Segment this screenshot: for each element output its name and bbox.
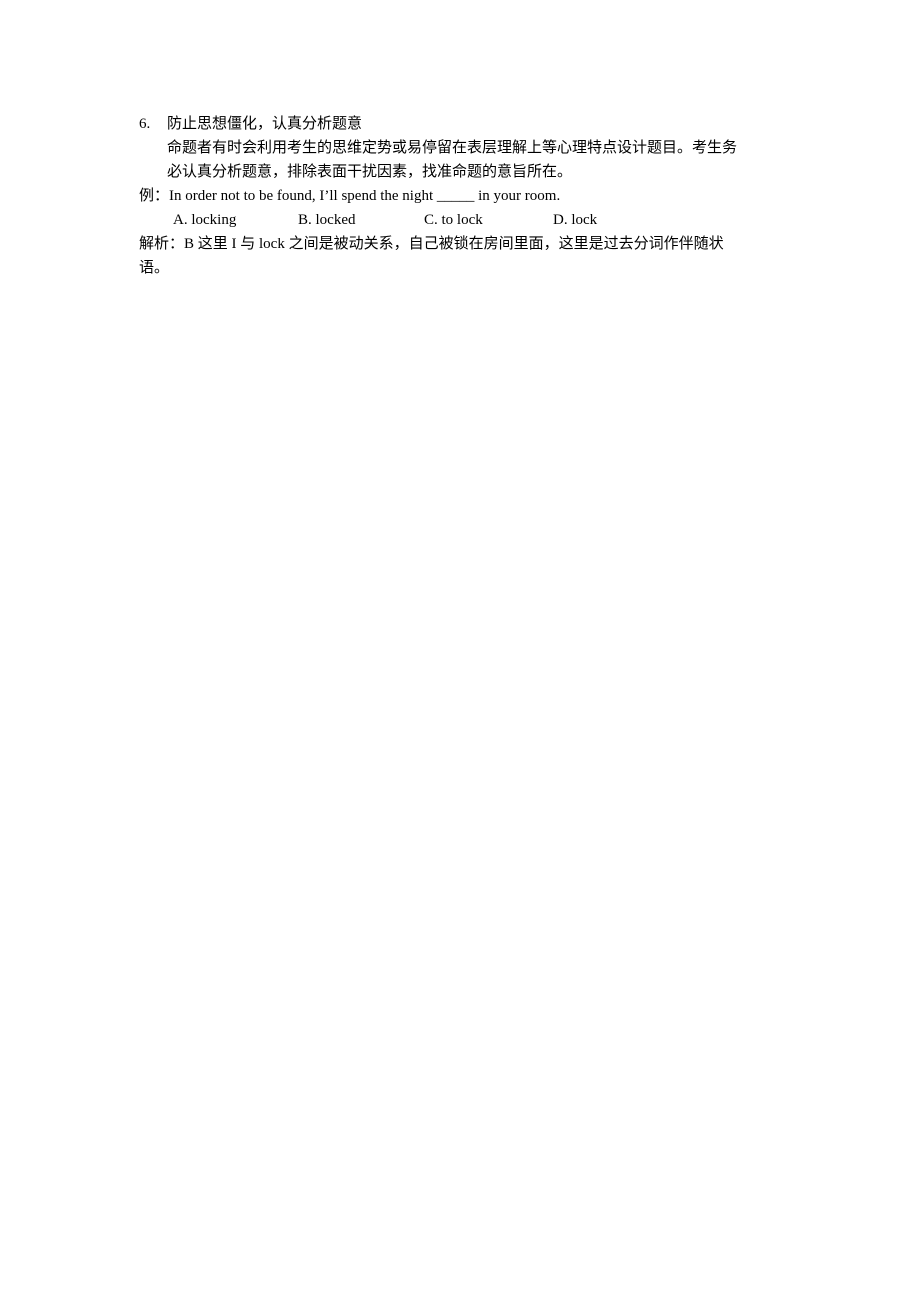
option-a: A. locking [173,212,237,228]
example-question: 例：In order not to be found, I’ll spend t… [139,186,560,206]
option-d: D. lock [553,212,598,228]
section-number: 6. [139,116,151,132]
option-b: B. locked [298,212,356,228]
analysis-line-1: 解析：B 这里 I 与 lock 之间是被动关系，自己被锁在房间里面，这里是过去… [139,236,724,252]
option-c: C. to lock [424,212,483,228]
paragraph-line-2: 必认真分析题意，排除表面干扰因素，找准命题的意旨所在。 [167,164,573,180]
example-question-text: In order not to be found, I’ll spend the… [169,188,561,204]
analysis-line-2: 语。 [139,260,170,276]
section-heading: 6. 防止思想僵化，认真分析题意 [139,114,362,134]
paragraph-line-1: 命题者有时会利用考生的思维定势或易停留在表层理解上等心理特点设计题目。考生务 [167,140,738,156]
example-label: 例： [139,188,170,204]
section-title: 防止思想僵化，认真分析题意 [167,116,363,132]
